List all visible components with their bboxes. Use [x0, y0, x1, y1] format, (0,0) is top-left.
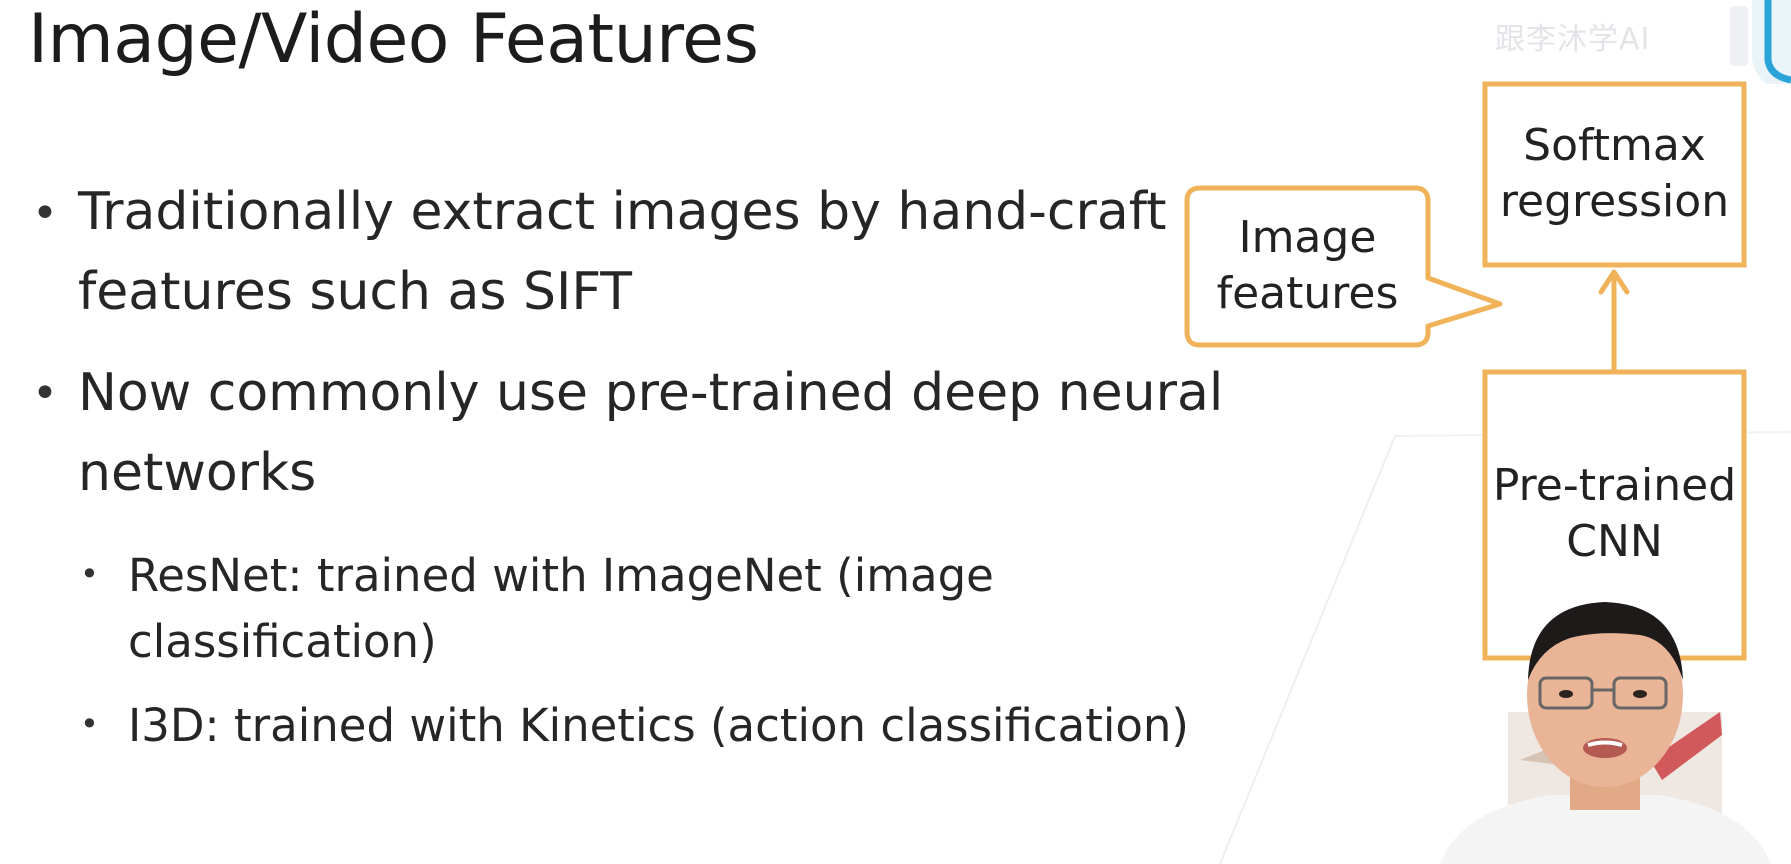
softmax-line-1: Softmax: [1523, 120, 1706, 171]
presenter-video: [1400, 590, 1791, 864]
features-line-2: features: [1216, 268, 1399, 319]
slide: Image/Video Features • Traditionally ext…: [0, 0, 1791, 864]
channel-watermark: 跟李沐学AI: [1495, 22, 1651, 57]
softmax-line-2: regression: [1499, 176, 1730, 227]
cnn-line-2: CNN: [1566, 516, 1663, 567]
cnn-line-1: Pre-trained: [1492, 460, 1737, 511]
presenter-image: [1440, 602, 1771, 864]
features-line-1: Image: [1238, 212, 1377, 263]
bilibili-logo: [1730, 0, 1791, 84]
softmax-box-label: Softmax regression: [1485, 118, 1744, 230]
cnn-box-label: Pre-trained CNN: [1485, 458, 1744, 570]
features-callout-label: Image features: [1187, 210, 1428, 322]
